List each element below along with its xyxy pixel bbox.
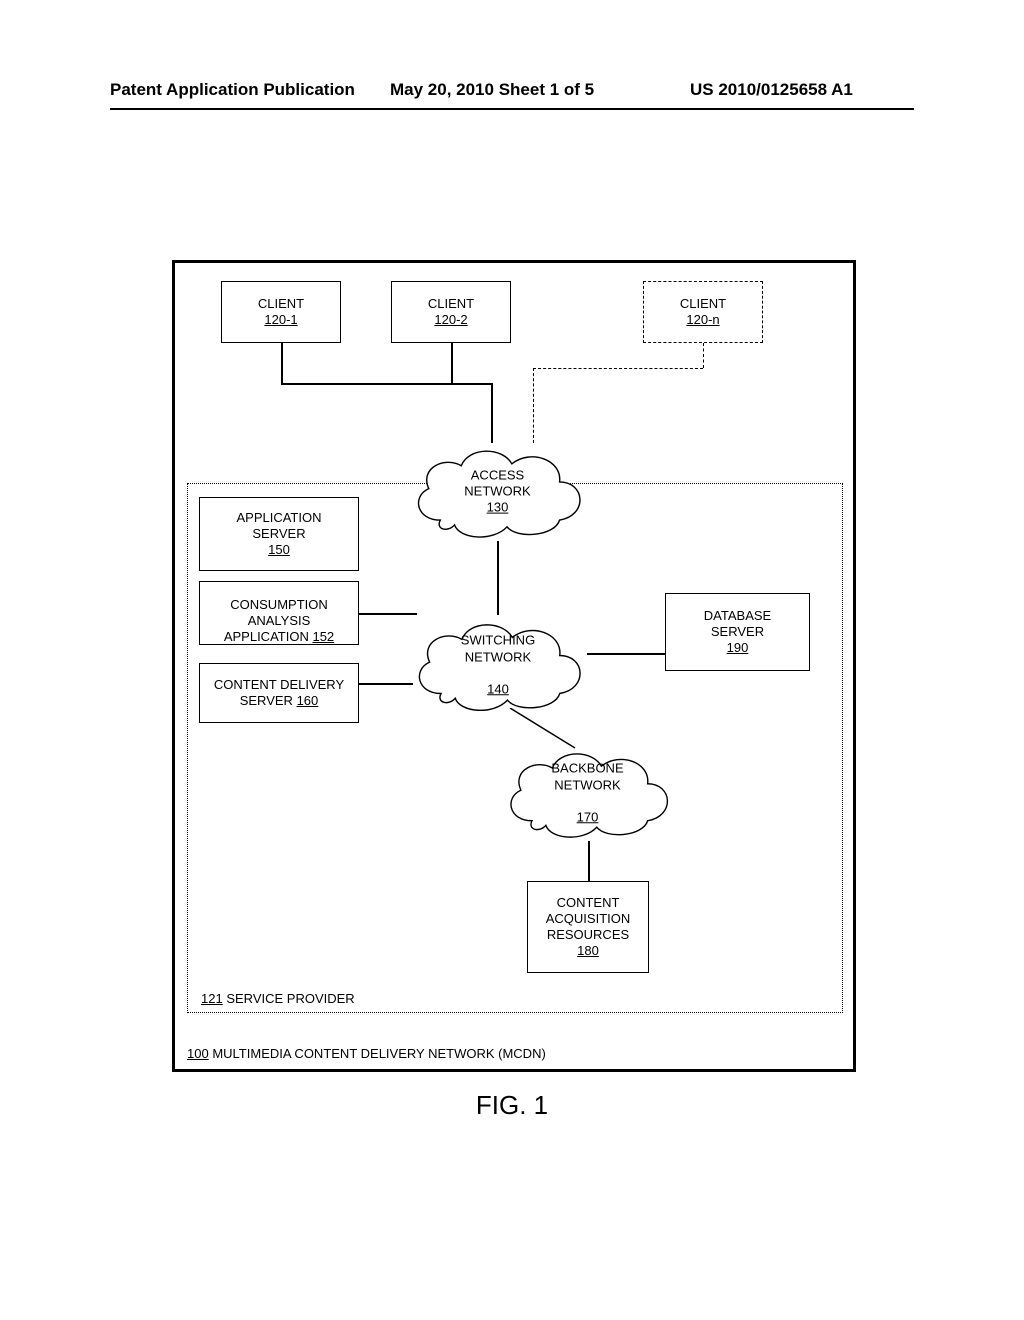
switching-network-cloud: SWITCHING NETWORK 140 <box>403 611 593 719</box>
switching-cloud-label: SWITCHING NETWORK 140 <box>461 616 535 714</box>
conn-cds-switching <box>359 683 413 685</box>
conn-clientn-v2 <box>533 368 534 443</box>
db-server-box: DATABASE SERVER 190 <box>665 593 810 671</box>
db-ref: 190 <box>727 640 749 656</box>
header-rule <box>110 108 914 110</box>
conn-backbone-car <box>588 841 590 881</box>
app-server-ref: 150 <box>268 542 290 558</box>
consumption-label: CONSUMPTION ANALYSIS APPLICATION 152 <box>224 581 334 646</box>
diagram-frame: CLIENT 120-1 CLIENT 120-2 CLIENT 120-n 1… <box>172 260 856 1072</box>
car-ref: 180 <box>577 943 599 959</box>
client-1-ref: 120-1 <box>264 312 297 328</box>
client-n-box: CLIENT 120-n <box>643 281 763 343</box>
client-1-label: CLIENT <box>258 296 304 312</box>
switching-label: SWITCHING NETWORK <box>461 633 535 666</box>
backbone-cloud-label: BACKBONE NETWORK 170 <box>551 744 623 842</box>
conn-access-switching <box>497 541 499 615</box>
access-cloud-label: ACCESS NETWORK 130 <box>449 467 547 516</box>
conn-clientn-h <box>533 368 703 369</box>
access-label: ACCESS NETWORK <box>449 467 547 500</box>
page: Patent Application Publication May 20, 2… <box>0 0 1024 1320</box>
content-delivery-box: CONTENT DELIVERY SERVER 160 <box>199 663 359 723</box>
conn-bus-to-access <box>491 383 493 443</box>
header-left: Patent Application Publication <box>110 80 355 100</box>
figure-caption: FIG. 1 <box>0 1090 1024 1121</box>
backbone-network-cloud: BACKBONE NETWORK 170 <box>495 741 680 845</box>
consumption-ref: 152 <box>312 629 334 644</box>
db-label: DATABASE SERVER <box>704 608 771 641</box>
header-right: US 2010/0125658 A1 <box>690 80 853 100</box>
client-n-ref: 120-n <box>686 312 719 328</box>
car-label: CONTENT ACQUISITION RESOURCES <box>546 895 631 944</box>
app-server-label: APPLICATION SERVER <box>236 510 321 543</box>
client-2-label: CLIENT <box>428 296 474 312</box>
car-box: CONTENT ACQUISITION RESOURCES 180 <box>527 881 649 973</box>
conn-consumption-switching <box>359 613 417 615</box>
conn-client2-v <box>451 343 453 383</box>
client-2-box: CLIENT 120-2 <box>391 281 511 343</box>
sp-ref: 121 <box>201 991 223 1006</box>
backbone-label: BACKBONE NETWORK <box>551 761 623 794</box>
access-ref: 130 <box>449 500 547 516</box>
backbone-ref: 170 <box>551 809 623 825</box>
mcdn-label: 100 MULTIMEDIA CONTENT DELIVERY NETWORK … <box>187 1046 546 1061</box>
header-mid: May 20, 2010 Sheet 1 of 5 <box>390 80 594 100</box>
access-network-cloud: ACCESS NETWORK 130 <box>400 439 595 544</box>
client-2-ref: 120-2 <box>434 312 467 328</box>
consumption-box: CONSUMPTION ANALYSIS APPLICATION 152 <box>199 581 359 645</box>
conn-switching-db <box>587 653 665 655</box>
cds-ref: 160 <box>297 693 319 708</box>
switching-ref: 140 <box>461 681 535 697</box>
client-n-label: CLIENT <box>680 296 726 312</box>
sp-label: SERVICE PROVIDER <box>226 991 354 1006</box>
mcdn-ref: 100 <box>187 1046 209 1061</box>
conn-client-bus-h <box>281 383 491 385</box>
conn-client1-v <box>281 343 283 383</box>
app-server-box: APPLICATION SERVER 150 <box>199 497 359 571</box>
conn-clientn-v <box>703 343 704 368</box>
cds-label: CONTENT DELIVERY SERVER 160 <box>214 677 344 710</box>
client-1-box: CLIENT 120-1 <box>221 281 341 343</box>
mcdn-text: MULTIMEDIA CONTENT DELIVERY NETWORK (MCD… <box>212 1046 545 1061</box>
service-provider-label: 121 SERVICE PROVIDER <box>201 991 355 1006</box>
